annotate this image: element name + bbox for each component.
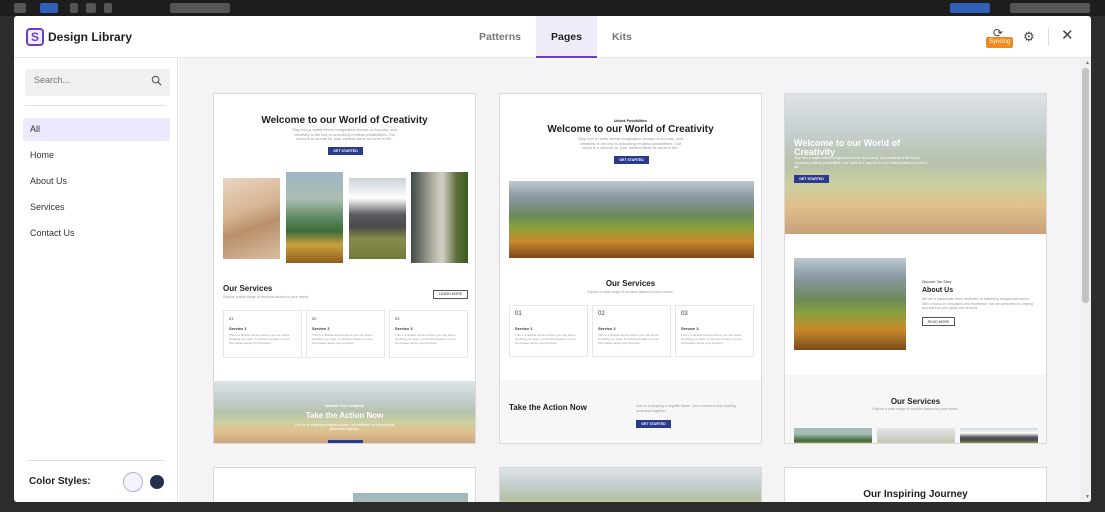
services-subtitle: Explore a wide range of services tailore… [872, 407, 959, 411]
card-intro: Step into a realm where imagination know… [794, 156, 928, 169]
page-template-card[interactable] [213, 467, 476, 502]
stackable-logo-icon: S [26, 28, 44, 46]
scroll-up-icon[interactable]: ▲ [1085, 60, 1090, 66]
lake-image [286, 172, 343, 263]
sidebar-item-home[interactable]: Home [23, 144, 170, 167]
service-image [794, 428, 872, 443]
service-box: 02 Service 2 This is a flexible section wh… [306, 310, 385, 358]
page-template-card[interactable]: Our Inspiring Journey [784, 467, 1047, 502]
cliff-image [411, 172, 468, 263]
color-swatch-dark[interactable] [150, 475, 164, 489]
about-title: About Us [922, 287, 954, 294]
about-desc: We are a passionate team dedicated to de… [922, 297, 1034, 310]
page-template-card[interactable]: Welcome to our World of Creativity Step … [213, 93, 476, 444]
service-box: 03 Service 3 This is a flexible section wh… [389, 310, 468, 358]
category-list: All Home About Us Services Contact Us [23, 118, 170, 248]
preview-image [353, 493, 468, 502]
scroll-down-icon[interactable]: ▼ [1085, 494, 1090, 500]
modal-title: Design Library [48, 30, 133, 44]
service-box: 02 Service 2 This is a flexible section wh… [592, 305, 671, 357]
card-intro: Step into a realm where imagination know… [578, 136, 683, 150]
sidebar: All Home About Us Services Contact Us Co… [14, 58, 178, 502]
mountain-image [349, 178, 406, 259]
tab-pages[interactable]: Pages [536, 16, 597, 58]
color-styles-label: Color Styles: [29, 476, 91, 487]
landscape-image [509, 181, 754, 258]
card-heading: Our Inspiring Journey [863, 489, 968, 500]
card-cta-button: GET STARTED [794, 175, 829, 183]
page-template-card[interactable]: Unlock Possibilities Welcome to our Worl… [499, 93, 762, 444]
editor-toolbar [0, 0, 1105, 16]
design-library-modal: S Design Library Patterns Pages Kits ⟳ S… [14, 16, 1091, 502]
services-title: Our Services [890, 397, 941, 406]
services-subtitle: Explore a wide range of services tailore… [223, 295, 310, 299]
search-box [25, 69, 170, 96]
card-heading: Welcome to our World of Creativity [261, 115, 428, 126]
card-heading: Welcome to our World of Creativity [547, 124, 714, 135]
services-subtitle: Explore a wide range of services tailore… [587, 290, 674, 294]
preview-image [500, 468, 761, 502]
desert-image [223, 178, 280, 259]
vertical-scrollbar[interactable]: ▲ ▼ [1080, 58, 1091, 502]
banner-button [328, 440, 363, 443]
color-swatch-light[interactable] [123, 472, 143, 492]
banner-title: Take the Action Now [305, 411, 384, 420]
about-kicker: Discover Our Story [922, 280, 952, 284]
sidebar-item-all[interactable]: All [23, 118, 170, 141]
services-title: Our Services [223, 284, 273, 293]
card-cta-button: GET STARTED [614, 156, 649, 164]
card-intro: Step into a realm where imagination know… [292, 127, 397, 141]
learn-more-button: LEARN MORE [433, 290, 468, 299]
page-template-card[interactable]: Welcome to our World of Creativity Step … [784, 93, 1047, 444]
services-title: Our Services [605, 279, 656, 288]
read-more-button: READ MORE [922, 317, 955, 326]
search-input[interactable] [34, 75, 144, 85]
scrollbar-thumb[interactable] [1082, 68, 1089, 303]
page-preview-grid: Welcome to our World of Creativity Step … [179, 58, 1091, 502]
banner-kicker: Unleash Your Creativity [324, 404, 365, 408]
about-image [794, 258, 906, 350]
service-image [960, 428, 1038, 443]
service-box: 01 Service 1 This is a flexible section wh… [509, 305, 588, 357]
action-cta-button: GET STARTED [636, 420, 671, 428]
action-title: Take the Action Now [509, 403, 587, 412]
tab-patterns[interactable]: Patterns [464, 16, 536, 58]
action-desc: Join us in shaping a brighter future. Le… [636, 404, 736, 413]
sync-button[interactable]: ⟳ Syncing [986, 26, 1014, 48]
sidebar-item-about-us[interactable]: About Us [23, 170, 170, 193]
sidebar-divider-bottom [28, 460, 164, 461]
card-heading: Welcome to our World of Creativity [794, 138, 901, 157]
sync-status-badge: Syncing [986, 37, 1014, 48]
modal-header: S Design Library Patterns Pages Kits ⟳ S… [14, 16, 1091, 58]
service-image [877, 428, 955, 443]
service-box: 03 Service 3 This is a flexible section wh… [675, 305, 754, 357]
card-cta-button: GET STARTED [328, 147, 363, 155]
search-icon[interactable] [151, 75, 162, 86]
tab-bar: Patterns Pages Kits [464, 16, 647, 58]
tab-kits[interactable]: Kits [597, 16, 647, 58]
service-box: 01 Service 1 This is a flexible section wh… [223, 310, 302, 358]
banner-desc: Join us in shaping a brighter future. Le… [294, 423, 395, 431]
header-divider [1048, 28, 1049, 46]
gear-icon[interactable]: ⚙ [1023, 29, 1035, 45]
card-kicker: Unlock Possibilities [613, 119, 648, 123]
sidebar-item-contact-us[interactable]: Contact Us [23, 222, 170, 245]
sidebar-divider [25, 105, 165, 106]
close-icon[interactable]: ✕ [1061, 26, 1074, 44]
page-template-card[interactable] [499, 467, 762, 502]
sidebar-item-services[interactable]: Services [23, 196, 170, 219]
